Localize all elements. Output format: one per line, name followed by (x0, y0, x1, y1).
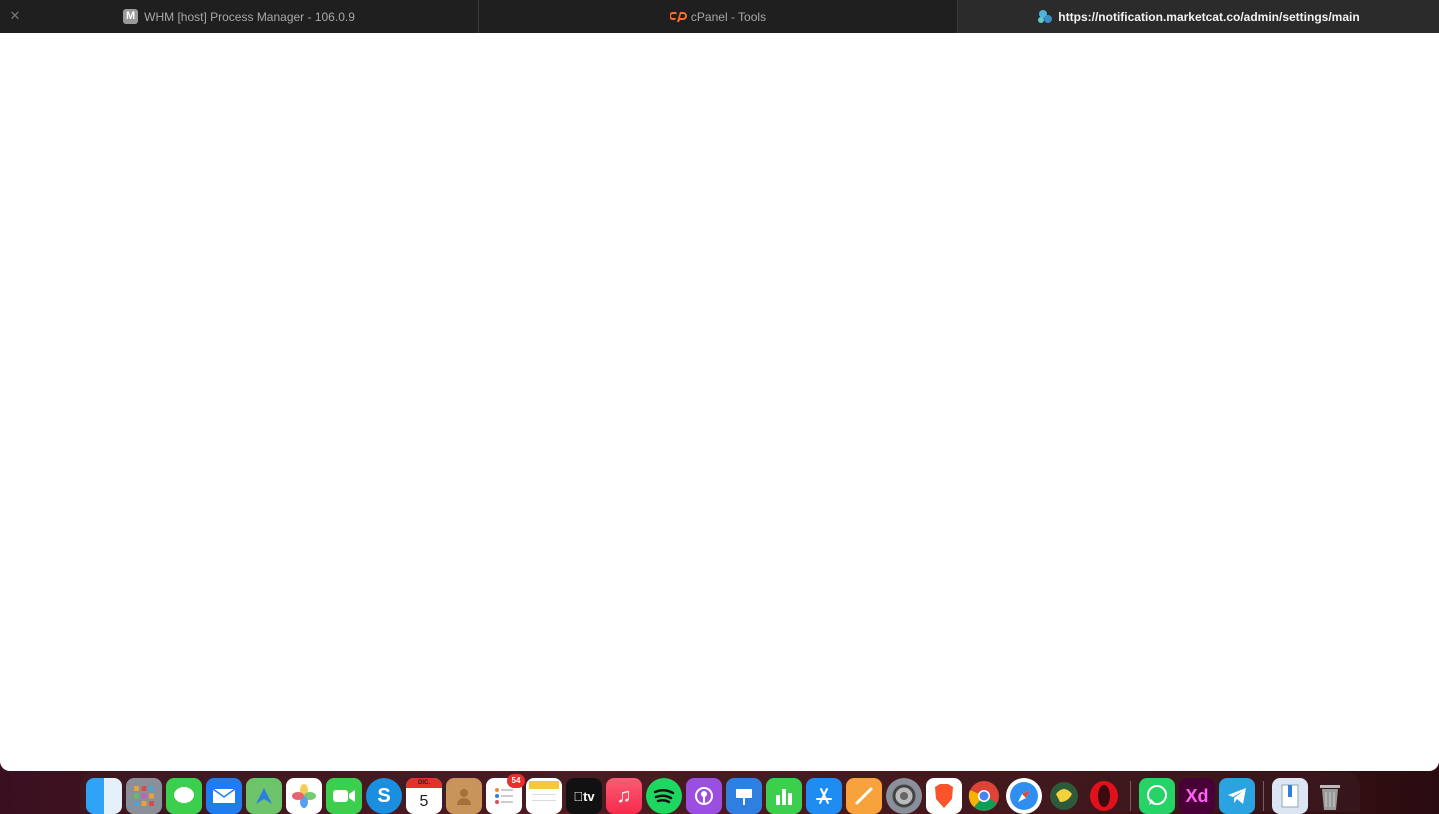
finder-icon[interactable] (86, 778, 122, 814)
spotify-icon[interactable] (646, 778, 682, 814)
whatsapp-icon[interactable] (1139, 778, 1175, 814)
adobe-xd-icon[interactable]: Xd (1179, 778, 1215, 814)
chrome-icon[interactable] (966, 778, 1002, 814)
reminders-badge: 54 (507, 774, 525, 788)
close-tab-icon[interactable]: ✕ (8, 9, 22, 23)
cyberduck-icon[interactable] (1046, 778, 1082, 814)
trash-icon[interactable] (1312, 778, 1348, 814)
opera-icon[interactable] (1086, 778, 1122, 814)
tab-notification-settings[interactable]: https://notification.marketcat.co/admin/… (958, 0, 1439, 33)
adobe-xd-label: Xd (1185, 785, 1209, 806)
mail-icon[interactable] (206, 778, 242, 814)
tab-label: WHM [host] Process Manager - 106.0.9 (144, 9, 355, 24)
tab-whm-process-manager[interactable]: ✕ M WHM [host] Process Manager - 106.0.9 (0, 0, 479, 33)
whm-favicon-icon: M (123, 9, 139, 24)
calendar-month: DIC. (406, 778, 442, 788)
cpanel-favicon-icon (668, 9, 687, 24)
maps-icon[interactable] (246, 778, 282, 814)
numbers-icon[interactable] (766, 778, 802, 814)
downloads-folder-icon[interactable] (1272, 778, 1308, 814)
telegram-icon[interactable] (1219, 778, 1255, 814)
pages-icon[interactable] (846, 778, 882, 814)
system-preferences-icon[interactable] (886, 778, 922, 814)
launchpad-icon[interactable] (126, 778, 162, 814)
brave-icon[interactable] (926, 778, 962, 814)
app-store-icon[interactable] (806, 778, 842, 814)
calendar-icon[interactable]: DIC. 5 (406, 778, 442, 814)
marketcat-favicon-icon (1037, 9, 1053, 24)
macos-dock: S DIC. 5 54 tv ♫ (80, 772, 1360, 814)
safari-icon[interactable] (1006, 778, 1042, 814)
reminders-icon[interactable]: 54 (486, 774, 525, 814)
tab-cpanel-tools[interactable]: cPanel - Tools (479, 0, 958, 33)
tab-label: https://notification.marketcat.co/admin/… (1058, 9, 1360, 24)
facetime-icon[interactable] (326, 778, 362, 814)
podcasts-icon[interactable] (686, 778, 722, 814)
keynote-icon[interactable] (726, 778, 762, 814)
tab-label: cPanel - Tools (690, 9, 767, 24)
dock-separator (1130, 781, 1131, 811)
browser-tab-bar: ✕ M WHM [host] Process Manager - 106.0.9… (0, 0, 1439, 34)
photos-icon[interactable] (286, 778, 322, 814)
music-icon[interactable]: ♫ (606, 778, 642, 814)
contacts-icon[interactable] (446, 778, 482, 814)
messages-icon[interactable] (166, 778, 202, 814)
notes-icon[interactable] (526, 778, 562, 814)
calendar-day: 5 (419, 793, 429, 810)
apple-logo-icon:  (573, 789, 583, 804)
page-content-blank (0, 33, 1439, 771)
skype-icon[interactable]: S (366, 778, 402, 814)
dock-separator (1263, 781, 1264, 811)
apple-tv-icon[interactable]: tv (566, 778, 602, 814)
apple-tv-label: tv (578, 788, 595, 804)
